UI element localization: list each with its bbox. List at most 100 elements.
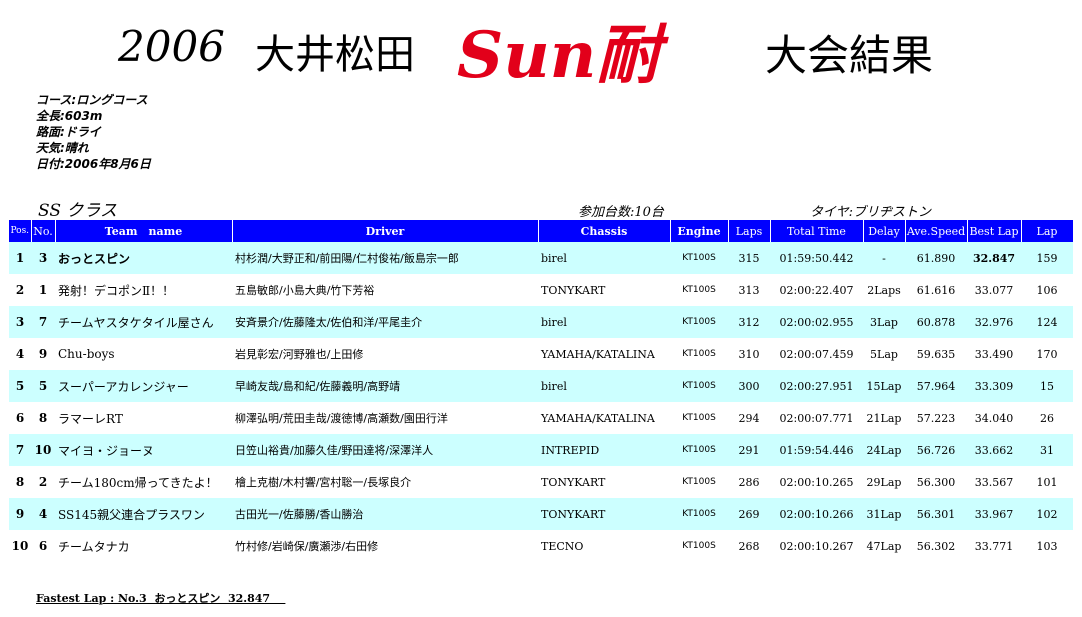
cell-no: 5	[31, 370, 55, 402]
cell-lap: 124	[1021, 306, 1073, 338]
cell-laps: 291	[728, 434, 770, 466]
table-row: 3 7 チームヤスタケタイル屋さん 安斉景介/佐藤隆太/佐伯和洋/平尾圭介 birel K…	[9, 306, 1073, 338]
col-pos: Pos.	[9, 220, 32, 242]
cell-team: 発射！デコポンⅡ！！	[58, 283, 175, 298]
cell-best: 32.847	[967, 242, 1021, 274]
cell-laps: 315	[728, 242, 770, 274]
cell-no: 6	[38, 539, 48, 553]
cell-chassis: birel	[538, 370, 670, 402]
weather-info: 天気:晴れ	[36, 141, 89, 155]
cell-chassis: INTREPID	[538, 434, 670, 466]
cell-lap: 102	[1021, 498, 1073, 530]
col-team: Team name	[55, 220, 233, 242]
table-row: 4 9 Chu-boys 岩見彰宏/河野雅也/上田修 YAMAHA/KATALINA KT…	[9, 338, 1073, 370]
col-lap: Lap	[1021, 220, 1074, 242]
cell-team: チームヤスタケタイル屋さん	[55, 306, 232, 338]
cell-lap: 170	[1036, 347, 1058, 361]
cell-no: 9	[38, 347, 48, 361]
table-row: 1 3 おっとスピン 村杉潤/大野正和/前田陽/仁村俊祐/飯島宗一郎 birel KT10…	[9, 242, 1073, 274]
surface-info: 路面:ドライ	[36, 125, 101, 139]
title-year: 2006	[118, 22, 225, 71]
cell-driver: 日笠山裕貴/加藤久佳/野田達将/深澤洋人	[232, 434, 538, 466]
cell-pos: 9	[9, 498, 31, 530]
cell-best: 33.771	[974, 539, 1014, 553]
cell-pos: 5	[9, 370, 31, 402]
cell-lap: 106	[1036, 283, 1058, 297]
length-info: 全長:603m	[36, 109, 103, 123]
cell-total: 02:00:10.266	[770, 498, 863, 530]
cell-team: SS145親父連合プラスワン	[55, 498, 232, 530]
cell-engine: KT100S	[682, 413, 716, 423]
cell-team: チームタナカ	[58, 539, 130, 554]
cell-team: スーパーアカレンジャー	[55, 370, 232, 402]
cell-pos: 4	[15, 347, 25, 361]
cell-delay: 24Lap	[863, 434, 905, 466]
cell-speed: 57.964	[905, 370, 967, 402]
title-brand: Sun耐	[457, 18, 661, 93]
cell-best: 33.567	[974, 475, 1014, 489]
cell-total: 02:00:02.955	[770, 306, 863, 338]
cell-no: 8	[38, 411, 48, 425]
cell-engine: KT100S	[682, 477, 716, 487]
col-best-lap: Best Lap	[967, 220, 1022, 242]
cell-lap: 26	[1040, 411, 1054, 425]
cell-pos: 8	[15, 475, 25, 489]
cell-team: おっとスピン	[55, 242, 232, 274]
cell-best: 32.976	[967, 306, 1021, 338]
cell-engine: KT100S	[670, 498, 728, 530]
cell-total: 02:00:10.267	[779, 539, 854, 553]
cell-driver: 檜上克樹/木村響/宮村聡一/長塚良介	[235, 476, 412, 489]
cell-chassis: TECNO	[541, 539, 584, 553]
cell-pos: 10	[11, 539, 29, 553]
cell-delay: 3Lap	[863, 306, 905, 338]
cell-delay: 2Laps	[867, 283, 901, 297]
table-row: 2 1 発射！デコポンⅡ！！ 五島敏郎/小島大典/竹下芳裕 TONYKART KT100S…	[9, 274, 1073, 306]
col-engine: Engine	[670, 220, 729, 242]
cell-delay: 15Lap	[863, 370, 905, 402]
course-info: コース:ロングコース	[36, 93, 148, 107]
cell-no: 4	[31, 498, 55, 530]
cell-team: Chu-boys	[58, 347, 115, 361]
cell-laps: 294	[738, 411, 760, 425]
table-row: 10 6 チームタナカ 竹村修/岩崎保/廣瀬渉/右田修 TECNO KT100S 268 02…	[9, 530, 1073, 562]
cell-no: 1	[38, 283, 48, 297]
cell-laps: 286	[738, 475, 760, 489]
cell-speed: 61.890	[905, 242, 967, 274]
cell-delay: -	[863, 242, 905, 274]
cell-laps: 310	[738, 347, 760, 361]
cell-speed: 60.878	[905, 306, 967, 338]
cell-best: 33.662	[967, 434, 1021, 466]
cell-chassis: birel	[538, 242, 670, 274]
cell-delay: 31Lap	[863, 498, 905, 530]
cell-lap: 159	[1021, 242, 1073, 274]
cell-best: 33.077	[974, 283, 1014, 297]
fastest-lap: Fastest Lap : No.3 おっとスピン 32.847	[36, 592, 286, 605]
cell-total: 02:00:10.265	[779, 475, 854, 489]
cell-driver: 竹村修/岩崎保/廣瀬渉/右田修	[235, 540, 379, 553]
cell-no: 10	[31, 434, 55, 466]
cell-total: 02:00:07.459	[779, 347, 854, 361]
cell-no: 2	[38, 475, 48, 489]
cell-pos: 7	[9, 434, 31, 466]
cell-team: マイヨ・ジョーヌ	[55, 434, 232, 466]
cell-lap: 103	[1036, 539, 1058, 553]
cell-speed: 56.301	[905, 498, 967, 530]
cell-delay: 21Lap	[866, 411, 902, 425]
page-title: 2006 大井松田 Sun耐 大会結果	[0, 8, 1082, 93]
class-label: SS クラス	[38, 201, 118, 221]
date-info: 日付:2006年8月6日	[36, 157, 151, 171]
cell-total: 02:00:27.951	[770, 370, 863, 402]
col-no: No.	[31, 220, 56, 242]
cell-total: 01:59:50.442	[770, 242, 863, 274]
header-row: Pos. No. Team name Driver Chassis Engine…	[9, 220, 1074, 242]
cell-chassis: TONYKART	[541, 283, 606, 297]
table-row: 7 10 マイヨ・ジョーヌ 日笠山裕貴/加藤久佳/野田達将/深澤洋人 INTREPID K…	[9, 434, 1073, 466]
cell-pos: 2	[15, 283, 25, 297]
cell-speed: 59.635	[916, 347, 956, 361]
tyre-info: タイヤ:ブリヂストン	[810, 205, 931, 220]
cell-engine: KT100S	[670, 434, 728, 466]
cell-chassis: YAMAHA/KATALINA	[541, 411, 655, 425]
cell-laps: 313	[738, 283, 760, 297]
title-place: 大井松田	[255, 32, 415, 78]
cell-driver: 岩見彰宏/河野雅也/上田修	[235, 348, 364, 361]
